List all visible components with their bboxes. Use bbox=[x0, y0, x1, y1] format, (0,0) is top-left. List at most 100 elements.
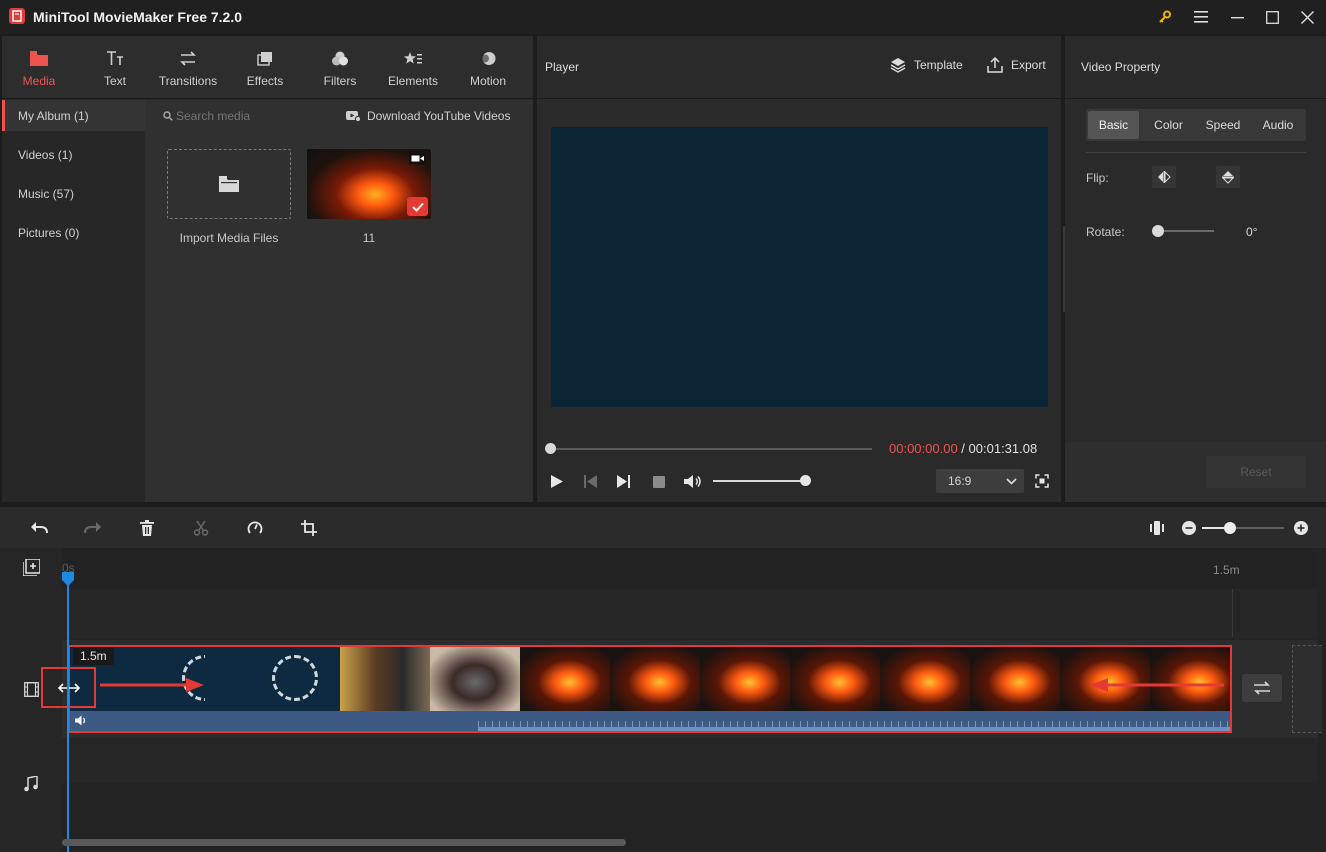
tab-color[interactable]: Color bbox=[1142, 111, 1195, 139]
volume-slider[interactable] bbox=[713, 475, 813, 487]
import-media-button[interactable] bbox=[167, 149, 291, 219]
clip-frame bbox=[340, 647, 430, 711]
fullscreen-icon[interactable] bbox=[1035, 474, 1049, 488]
aspect-ratio-select[interactable]: 16:9 bbox=[936, 469, 1024, 493]
video-icon bbox=[409, 153, 426, 164]
playhead-line bbox=[67, 585, 69, 852]
minimize-icon[interactable] bbox=[1224, 4, 1250, 30]
timeline-scrollbar[interactable] bbox=[62, 839, 626, 846]
reset-button[interactable]: Reset bbox=[1206, 456, 1306, 488]
export-button[interactable]: Export bbox=[987, 57, 1046, 73]
zoom-handle[interactable] bbox=[1224, 522, 1236, 534]
flip-horizontal-button[interactable] bbox=[1152, 166, 1176, 188]
tab-text[interactable]: Text bbox=[84, 36, 146, 99]
zoom-in-icon[interactable] bbox=[1294, 521, 1308, 535]
clip-volume-icon[interactable] bbox=[75, 715, 88, 726]
volume-handle[interactable] bbox=[800, 475, 811, 486]
timeline-panel: 0s 1.5m 1.5m bbox=[0, 507, 1326, 852]
import-media-label: Import Media Files bbox=[179, 231, 279, 245]
transition-slot-button[interactable] bbox=[1242, 674, 1282, 702]
timeline-ruler[interactable]: 0s 1.5m bbox=[62, 548, 1318, 588]
video-track-icon bbox=[24, 682, 39, 697]
rotate-slider[interactable] bbox=[1152, 225, 1214, 237]
property-tabs: Basic Color Speed Audio bbox=[1086, 109, 1306, 141]
redo-icon[interactable] bbox=[81, 517, 105, 539]
app-title: MiniTool MovieMaker Free 7.2.0 bbox=[33, 9, 243, 25]
tab-audio[interactable]: Audio bbox=[1251, 111, 1305, 139]
next-frame-icon[interactable] bbox=[617, 475, 630, 488]
video-property-panel: Video Property Basic Color Speed Audio F… bbox=[1065, 36, 1326, 502]
previous-frame-icon[interactable] bbox=[584, 475, 597, 488]
sidebar-item-videos[interactable]: Videos (1) bbox=[2, 139, 145, 170]
search-input[interactable] bbox=[176, 106, 326, 126]
clip-frame bbox=[970, 647, 1060, 711]
tab-basic[interactable]: Basic bbox=[1088, 111, 1139, 139]
clip-audio-waveform bbox=[70, 711, 1230, 731]
media-clip-thumbnail[interactable] bbox=[307, 149, 431, 219]
zoom-slider[interactable] bbox=[1202, 522, 1286, 534]
sidebar-item-music[interactable]: Music (57) bbox=[2, 178, 145, 209]
clip-frame bbox=[700, 647, 790, 711]
timeline-toolbar bbox=[0, 507, 1326, 548]
download-youtube-button[interactable]: Download YouTube Videos bbox=[346, 109, 510, 123]
overlay-track[interactable] bbox=[62, 589, 1318, 639]
player-panel: Player Template Export 00:00:00.00 / 00:… bbox=[537, 36, 1061, 502]
download-youtube-label: Download YouTube Videos bbox=[367, 109, 511, 123]
undo-icon[interactable] bbox=[27, 517, 51, 539]
tab-effects[interactable]: Effects bbox=[234, 36, 296, 99]
divider bbox=[1086, 152, 1306, 153]
template-label: Template bbox=[914, 58, 963, 72]
clip-frame bbox=[430, 647, 520, 711]
tab-label: Transitions bbox=[158, 74, 218, 88]
chevron-down-icon bbox=[1006, 477, 1017, 485]
cut-icon[interactable] bbox=[189, 517, 213, 539]
stop-icon[interactable] bbox=[653, 476, 665, 488]
arrow-right-annotation-icon bbox=[100, 677, 205, 693]
sidebar-item-pictures[interactable]: Pictures (0) bbox=[2, 217, 145, 248]
tab-filters[interactable]: Filters bbox=[309, 36, 371, 99]
maximize-icon[interactable] bbox=[1259, 4, 1285, 30]
extra-track[interactable] bbox=[62, 784, 1318, 828]
checkmark-icon bbox=[407, 197, 428, 216]
seek-slider[interactable] bbox=[545, 443, 875, 455]
key-icon[interactable] bbox=[1152, 4, 1178, 30]
media-library: Download YouTube Videos Import Media Fil… bbox=[145, 100, 533, 502]
sidebar-item-my-album[interactable]: My Album (1) bbox=[2, 100, 145, 131]
flip-vertical-button[interactable] bbox=[1216, 166, 1240, 188]
tab-media[interactable]: Media bbox=[8, 36, 70, 99]
seek-handle[interactable] bbox=[545, 443, 556, 454]
delete-icon[interactable] bbox=[135, 517, 159, 539]
music-track[interactable] bbox=[62, 739, 1318, 783]
add-track-icon[interactable] bbox=[23, 559, 40, 576]
speed-icon[interactable] bbox=[243, 517, 267, 539]
swap-icon bbox=[1253, 681, 1271, 695]
folder-icon bbox=[30, 47, 48, 69]
tab-speed[interactable]: Speed bbox=[1196, 111, 1250, 139]
ruler-end-label: 1.5m bbox=[1213, 563, 1240, 577]
flip-label: Flip: bbox=[1086, 171, 1109, 185]
transitions-icon bbox=[179, 47, 197, 69]
title-bar: MiniTool MovieMaker Free 7.2.0 bbox=[0, 0, 1326, 34]
media-search-row: Download YouTube Videos bbox=[145, 100, 533, 132]
close-icon[interactable] bbox=[1294, 4, 1320, 30]
timeline-video-clip[interactable] bbox=[68, 645, 1232, 733]
playhead-handle[interactable] bbox=[62, 572, 74, 586]
menu-icon[interactable] bbox=[1188, 4, 1214, 30]
crop-icon[interactable] bbox=[297, 517, 321, 539]
volume-icon[interactable] bbox=[684, 474, 702, 489]
tab-motion[interactable]: Motion bbox=[457, 36, 519, 99]
template-button[interactable]: Template bbox=[890, 57, 963, 73]
empty-clip-slot[interactable] bbox=[1292, 645, 1322, 733]
play-icon[interactable] bbox=[550, 474, 564, 489]
fit-timeline-icon[interactable] bbox=[1145, 517, 1169, 539]
tab-transitions[interactable]: Transitions bbox=[154, 36, 222, 99]
video-preview[interactable] bbox=[551, 127, 1048, 407]
tab-elements[interactable]: Elements bbox=[382, 36, 444, 99]
property-footer: Reset bbox=[1065, 442, 1326, 502]
time-separator: / bbox=[957, 441, 969, 456]
media-tabs: Media Text Transitions Effects Filters E… bbox=[2, 36, 533, 99]
tab-label: Text bbox=[103, 74, 126, 88]
rotate-handle[interactable] bbox=[1152, 225, 1164, 237]
zoom-out-icon[interactable] bbox=[1182, 521, 1196, 535]
export-label: Export bbox=[1011, 58, 1046, 72]
